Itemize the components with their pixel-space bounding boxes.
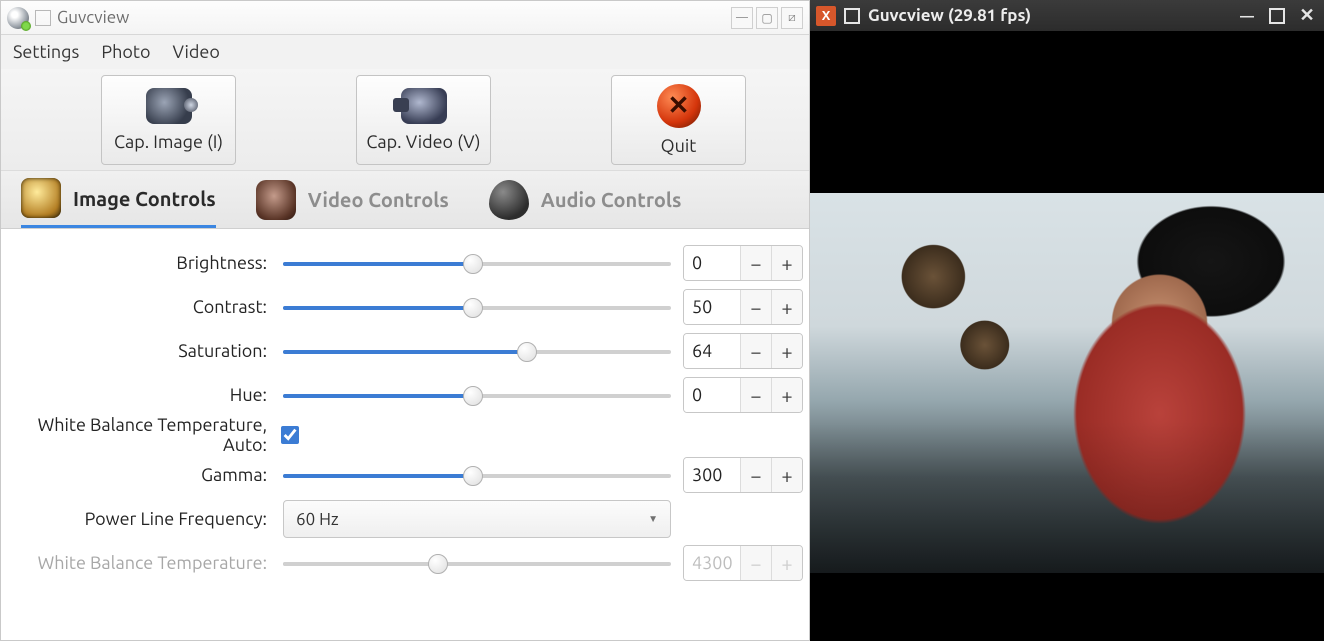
label-hue: Hue: [7, 385, 275, 405]
window-title: Guvcview [57, 8, 129, 27]
label-saturation: Saturation: [7, 341, 275, 361]
spin-gamma: − + [683, 457, 803, 493]
input-contrast[interactable] [684, 290, 740, 324]
tab-audio-label: Audio Controls [541, 188, 682, 211]
capture-video-label: Cap. Video (V) [366, 132, 480, 152]
select-power-line-frequency[interactable]: 60 Hz [283, 500, 671, 538]
tab-image-label: Image Controls [73, 187, 216, 210]
tab-video-controls[interactable]: Video Controls [256, 171, 449, 228]
decrement-button[interactable]: − [740, 334, 771, 368]
input-saturation[interactable] [684, 334, 740, 368]
menubar: Settings Photo Video [1, 35, 809, 69]
slider-hue[interactable] [283, 385, 671, 405]
spin-hue: − + [683, 377, 803, 413]
video-preview-area [810, 32, 1324, 641]
slider-wb-temperature [283, 553, 671, 573]
close-icon: ✕ [657, 84, 701, 128]
select-plf-value: 60 Hz [296, 510, 339, 529]
decrement-button[interactable]: − [740, 458, 771, 492]
slider-gamma[interactable] [283, 465, 671, 485]
spin-wb-temperature: − + [683, 545, 803, 581]
video-icon [256, 180, 296, 220]
close-button[interactable]: ⧄ [781, 7, 803, 29]
menu-settings[interactable]: Settings [13, 42, 79, 62]
minimize-button[interactable]: — [731, 7, 753, 29]
quit-label: Quit [661, 136, 697, 156]
tabstrip: Image Controls Video Controls Audio Cont… [1, 171, 809, 229]
preview-window: X Guvcview (29.81 fps) — ✕ [810, 0, 1324, 641]
label-brightness: Brightness: [7, 253, 275, 273]
tab-image-controls[interactable]: Image Controls [21, 171, 216, 228]
lens-icon [21, 178, 61, 218]
spin-brightness: − + [683, 245, 803, 281]
capture-video-button[interactable]: Cap. Video (V) [356, 75, 491, 165]
increment-button[interactable]: + [771, 458, 802, 492]
row-saturation: Saturation: − + [7, 329, 803, 373]
controls-window: Guvcview — ▢ ⧄ Settings Photo Video Cap.… [0, 0, 810, 641]
window-decoration-icon [844, 8, 860, 24]
menu-video[interactable]: Video [172, 42, 219, 62]
preview-titlebar[interactable]: X Guvcview (29.81 fps) — ✕ [810, 0, 1324, 32]
increment-button[interactable]: + [771, 378, 802, 412]
row-gamma: Gamma: − + [7, 453, 803, 497]
decrement-button[interactable]: − [740, 290, 771, 324]
label-contrast: Contrast: [7, 297, 275, 317]
decrement-button[interactable]: − [740, 246, 771, 280]
camcorder-icon [401, 88, 447, 124]
row-wb-temperature: White Balance Temperature: − + [7, 541, 803, 585]
input-hue[interactable] [684, 378, 740, 412]
row-power-line-frequency: Power Line Frequency: 60 Hz [7, 497, 803, 541]
titlebar[interactable]: Guvcview — ▢ ⧄ [1, 1, 809, 35]
label-plf: Power Line Frequency: [7, 509, 275, 529]
tab-audio-controls[interactable]: Audio Controls [489, 171, 682, 228]
capture-image-button[interactable]: Cap. Image (I) [101, 75, 236, 165]
increment-button[interactable]: + [771, 246, 802, 280]
row-wb-auto: White Balance Temperature, Auto: [7, 417, 803, 453]
tab-video-label: Video Controls [308, 188, 449, 211]
minimize-button[interactable]: — [1236, 5, 1258, 27]
preview-window-title: Guvcview (29.81 fps) [868, 6, 1031, 25]
spin-saturation: − + [683, 333, 803, 369]
decrement-button: − [740, 546, 771, 580]
checkbox-wb-auto[interactable] [281, 426, 299, 444]
window-decoration-icon [35, 10, 51, 26]
webcam-app-icon [7, 7, 29, 29]
x11-app-icon: X [816, 6, 836, 26]
label-wb-auto: White Balance Temperature, Auto: [7, 415, 275, 455]
decrement-button[interactable]: − [740, 378, 771, 412]
toolbar: Cap. Image (I) Cap. Video (V) ✕ Quit [1, 69, 809, 171]
input-wb-temperature [684, 546, 740, 580]
increment-button[interactable]: + [771, 334, 802, 368]
input-gamma[interactable] [684, 458, 740, 492]
camera-icon [146, 88, 192, 124]
row-brightness: Brightness: − + [7, 241, 803, 285]
increment-button: + [771, 546, 802, 580]
slider-brightness[interactable] [283, 253, 671, 273]
row-contrast: Contrast: − + [7, 285, 803, 329]
input-brightness[interactable] [684, 246, 740, 280]
slider-contrast[interactable] [283, 297, 671, 317]
microphone-icon [489, 180, 529, 220]
spin-contrast: − + [683, 289, 803, 325]
webcam-feed [810, 193, 1324, 573]
capture-image-label: Cap. Image (I) [114, 132, 223, 152]
slider-saturation[interactable] [283, 341, 671, 361]
maximize-button[interactable]: ▢ [756, 7, 778, 29]
increment-button[interactable]: + [771, 290, 802, 324]
row-hue: Hue: − + [7, 373, 803, 417]
quit-button[interactable]: ✕ Quit [611, 75, 746, 165]
close-button[interactable]: ✕ [1296, 5, 1318, 27]
label-wb-temperature: White Balance Temperature: [7, 553, 275, 573]
label-gamma: Gamma: [7, 465, 275, 485]
maximize-button[interactable] [1266, 5, 1288, 27]
controls-panel: Brightness: − + Contrast: − + Sa [1, 229, 809, 640]
menu-photo[interactable]: Photo [101, 42, 150, 62]
